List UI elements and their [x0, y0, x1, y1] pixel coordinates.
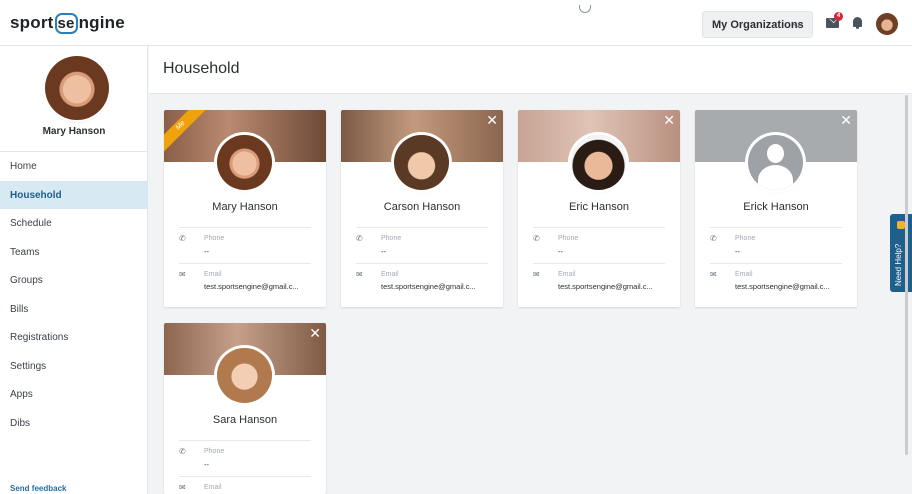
email-value: test.sportsengine@gmail.c... [381, 282, 476, 291]
close-icon[interactable]: ✕ [486, 113, 498, 127]
divider [533, 263, 665, 264]
phone-value: -- [558, 247, 563, 256]
sidebar-item-home[interactable]: Home [0, 152, 148, 181]
sidebar-nav: Home Household Schedule Teams Groups Bil… [0, 151, 148, 437]
divider [533, 227, 665, 228]
household-card-sara[interactable]: ✕ Sara Hanson ✆ Phone -- ✉ Email [164, 323, 326, 494]
sportsengine-logo[interactable]: sport se ngine [10, 13, 125, 34]
divider [356, 263, 488, 264]
phone-value: -- [204, 460, 209, 469]
email-icon: ✉ [533, 270, 540, 279]
phone-label: Phone [558, 235, 579, 242]
member-name: Eric Hanson [569, 201, 629, 213]
close-icon[interactable]: ✕ [840, 113, 852, 127]
email-icon: ✉ [710, 270, 717, 279]
email-icon: ✉ [179, 270, 186, 279]
phone-label: Phone [381, 235, 402, 242]
member-name: Mary Hanson [212, 201, 278, 213]
need-help-tab[interactable]: Need Help? [890, 214, 912, 292]
email-icon: ✉ [356, 270, 363, 279]
household-card-mary[interactable]: Me Mary Hanson ✆ Phone -- ✉ Email test.s… [164, 110, 326, 307]
email-label: Email [558, 271, 576, 278]
sidebar-item-dibs[interactable]: Dibs [0, 409, 148, 438]
email-value: test.sportsengine@gmail.c... [558, 282, 653, 291]
page-title: Household [163, 60, 240, 77]
bell-icon[interactable] [852, 17, 863, 29]
phone-label: Phone [735, 235, 756, 242]
need-help-label: Need Help? [894, 243, 903, 286]
member-avatar[interactable] [571, 135, 626, 190]
phone-icon: ✆ [179, 447, 186, 456]
page-header: Household [149, 46, 912, 94]
phone-value: -- [204, 247, 209, 256]
member-avatar[interactable] [394, 135, 449, 190]
sidebar-item-registrations[interactable]: Registrations [0, 323, 148, 352]
household-card-erick[interactable]: ✕ Erick Hanson ✆ Phone -- ✉ Email test.s… [695, 110, 857, 307]
member-avatar[interactable] [217, 135, 272, 190]
thumbs-up-icon [897, 221, 905, 229]
phone-icon: ✆ [179, 234, 186, 243]
phone-value: -- [735, 247, 740, 256]
member-avatar[interactable] [217, 348, 272, 403]
profile-name: Mary Hanson [42, 126, 106, 137]
sidebar-item-teams[interactable]: Teams [0, 238, 148, 267]
default-avatar-icon[interactable] [748, 135, 803, 190]
sidebar: Mary Hanson Home Household Schedule Team… [0, 46, 148, 494]
phone-label: Phone [204, 235, 225, 242]
phone-icon: ✆ [533, 234, 540, 243]
divider [179, 476, 311, 477]
user-avatar[interactable] [876, 13, 898, 35]
profile-avatar[interactable] [45, 56, 109, 120]
household-card-carson[interactable]: ✕ Carson Hanson ✆ Phone -- ✉ Email test.… [341, 110, 503, 307]
sidebar-item-bills[interactable]: Bills [0, 295, 148, 324]
phone-value: -- [381, 247, 386, 256]
top-bar: sport se ngine My Organizations ﹀ 4 [0, 0, 912, 46]
divider [179, 440, 311, 441]
divider [356, 227, 488, 228]
divider [179, 263, 311, 264]
divider [710, 227, 842, 228]
divider [710, 263, 842, 264]
member-name: Sara Hanson [212, 414, 278, 426]
chevron-down-icon: ﹀ [792, 24, 802, 35]
email-label: Email [204, 484, 222, 491]
sidebar-item-settings[interactable]: Settings [0, 352, 148, 381]
my-organizations-button[interactable]: My Organizations ﹀ [702, 11, 813, 38]
member-name: Erick Hanson [743, 201, 809, 213]
sidebar-item-apps[interactable]: Apps [0, 380, 148, 409]
member-name: Carson Hanson [383, 201, 461, 213]
notification-badge: 4 [834, 12, 843, 21]
scrollbar[interactable] [905, 95, 908, 455]
email-icon: ✉ [179, 483, 186, 492]
send-feedback-link[interactable]: Send feedback [10, 484, 66, 493]
divider [179, 227, 311, 228]
email-label: Email [381, 271, 399, 278]
phone-icon: ✆ [356, 234, 363, 243]
close-icon[interactable]: ✕ [663, 113, 675, 127]
email-value: test.sportsengine@gmail.c... [204, 282, 299, 291]
my-organizations-label: My Organizations [712, 19, 804, 31]
sidebar-item-household[interactable]: Household [0, 180, 148, 209]
household-card-eric[interactable]: ✕ Eric Hanson ✆ Phone -- ✉ Email test.sp… [518, 110, 680, 307]
center-logo-icon [579, 5, 591, 13]
email-value: test.sportsengine@gmail.c... [735, 282, 830, 291]
close-icon[interactable]: ✕ [309, 326, 321, 340]
sidebar-item-groups[interactable]: Groups [0, 266, 148, 295]
phone-icon: ✆ [710, 234, 717, 243]
sidebar-item-schedule[interactable]: Schedule [0, 209, 148, 238]
phone-label: Phone [204, 448, 225, 455]
email-label: Email [735, 271, 753, 278]
email-label: Email [204, 271, 222, 278]
